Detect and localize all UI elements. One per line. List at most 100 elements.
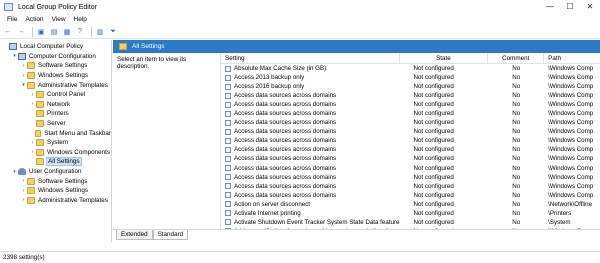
path-cell: \Windows Comp [548, 83, 594, 91]
table-row[interactable]: Action on server disconnect Not configure… [221, 200, 600, 209]
policy-icon [225, 83, 231, 90]
table-row[interactable]: Access data sources across domains Not co… [221, 182, 600, 191]
state-cell: Not configured [413, 119, 454, 127]
menu-help[interactable]: Help [70, 16, 91, 23]
export-list-icon[interactable]: ▦ [62, 27, 72, 37]
comment-cell: No [512, 155, 521, 163]
tree-node[interactable]: › Windows Settings [0, 186, 111, 196]
comment-cell: No [512, 137, 521, 145]
path-cell: \Printers [548, 209, 572, 217]
collapsed-chevron-icon[interactable]: › [29, 149, 36, 155]
table-row[interactable]: Access data sources across domains Not co… [221, 164, 600, 173]
table-row[interactable]: Access 2013 backup only Not configured No \… [221, 73, 600, 82]
table-row[interactable]: Access data sources across domains Not co… [221, 100, 600, 109]
menu-file[interactable]: File [3, 16, 21, 23]
setting-name: Access data sources across domains [234, 137, 337, 145]
tree-node-label: User Configuration [29, 168, 82, 176]
back-icon[interactable]: ← [3, 27, 13, 37]
collapsed-chevron-icon[interactable]: › [20, 63, 27, 69]
tree-node[interactable]: All Settings [0, 157, 111, 167]
tree-node[interactable]: › Administrative Templates [0, 196, 111, 206]
tree-node[interactable]: Start Menu and Taskbar [0, 128, 111, 138]
folder-icon [36, 158, 44, 166]
tree-node[interactable]: › System [0, 138, 111, 148]
tree-node[interactable]: › Control Panel [0, 90, 111, 100]
tree-node[interactable]: Local Computer Policy [0, 42, 111, 52]
tree-node[interactable]: › Windows Settings [0, 71, 111, 81]
state-cell: Not configured [413, 209, 454, 217]
table-row[interactable]: Access data sources across domains Not co… [221, 145, 600, 154]
setting-cell: Action on server disconnect [221, 201, 400, 208]
forward-icon[interactable]: → [16, 27, 26, 37]
tree-node-label: Administrative Templates [38, 196, 108, 204]
tree-node[interactable]: › Software Settings [0, 61, 111, 71]
help-icon[interactable]: ? [75, 27, 85, 37]
folder-icon [36, 120, 44, 128]
tab-standard[interactable]: Standard [152, 230, 189, 240]
tree-node[interactable]: › Network [0, 100, 111, 110]
table-row[interactable]: Access data sources across domains Not co… [221, 127, 600, 136]
folder-icon [34, 129, 42, 137]
table-row[interactable]: Access data sources across domains Not co… [221, 173, 600, 182]
table-row[interactable]: Absolute Max Cache Size (in GB) Not confi… [221, 64, 600, 73]
policy-icon [225, 146, 231, 153]
setting-cell: Access data sources across domains [221, 174, 400, 181]
table-row[interactable]: Access data sources across domains Not co… [221, 154, 600, 163]
collapsed-chevron-icon[interactable]: › [29, 140, 36, 146]
expanded-chevron-icon[interactable]: ▾ [20, 82, 27, 88]
folder-icon [36, 148, 44, 156]
column-header-comment[interactable]: Comment [488, 53, 545, 63]
collapsed-chevron-icon[interactable]: › [20, 197, 27, 203]
close-button[interactable]: ✕ [580, 0, 600, 14]
comment-cell: No [512, 173, 521, 181]
maximize-button[interactable]: ☐ [560, 0, 580, 14]
column-header-state[interactable]: State [400, 53, 489, 63]
setting-name: Absolute Max Cache Size (in GB) [234, 65, 327, 73]
tree-node-label: Start Menu and Taskbar [44, 129, 111, 137]
table-row[interactable]: Access data sources across domains Not co… [221, 109, 600, 118]
show-hide-tree-icon[interactable]: ▤ [49, 27, 59, 37]
minimize-button[interactable]: — [540, 0, 560, 14]
collapsed-chevron-icon[interactable]: › [29, 101, 36, 107]
table-row[interactable]: Access data sources across domains Not co… [221, 118, 600, 127]
description-area: Select an item to view its description. [113, 53, 220, 229]
tree-node[interactable]: › Windows Components [0, 148, 111, 158]
up-folder-icon[interactable]: ▣ [36, 27, 46, 37]
collapsed-chevron-icon[interactable]: › [20, 188, 27, 194]
table-row[interactable]: Activate Internet printing Not configured… [221, 209, 600, 218]
table-row[interactable]: Access 2016 backup only Not configured No \… [221, 82, 600, 91]
collapsed-chevron-icon[interactable]: › [29, 92, 36, 98]
window-title: Local Group Policy Editor [18, 3, 97, 11]
setting-name: Access 2013 backup only [234, 74, 305, 82]
state-cell: Not configured [413, 83, 454, 91]
table-row[interactable]: Access data sources across domains Not co… [221, 91, 600, 100]
state-cell: Not configured [413, 92, 454, 100]
collapsed-chevron-icon[interactable]: › [20, 73, 27, 79]
column-header-setting[interactable]: Setting [221, 53, 400, 63]
collapsed-chevron-icon[interactable]: › [20, 178, 27, 184]
tree-node[interactable]: Printers [0, 109, 111, 119]
tab-extended[interactable]: Extended [116, 230, 153, 240]
filter-icon[interactable]: ⏷ [108, 27, 118, 37]
expanded-chevron-icon[interactable]: ▾ [11, 53, 18, 59]
setting-name: Access data sources across domains [234, 164, 337, 172]
menu-view[interactable]: View [48, 16, 70, 23]
tree-node[interactable]: › Software Settings [0, 176, 111, 186]
tree-node[interactable]: Server [0, 119, 111, 129]
tree-node[interactable]: ▾ Computer Configuration [0, 52, 111, 62]
setting-name: Access data sources across domains [234, 155, 337, 163]
table-row[interactable]: Access data sources across domains Not co… [221, 136, 600, 145]
tree-node[interactable]: ▾ Administrative Templates [0, 80, 111, 90]
properties-icon[interactable]: ▥ [95, 27, 105, 37]
menu-action[interactable]: Action [21, 16, 47, 23]
setting-name: Access data sources across domains [234, 92, 337, 100]
table-row[interactable]: Activate Shutdown Event Tracker System S… [221, 218, 600, 227]
expanded-chevron-icon[interactable]: ▾ [11, 169, 18, 175]
column-header-path[interactable]: Path [544, 53, 600, 63]
tree-node[interactable]: ▾ User Configuration [0, 167, 111, 177]
table-row[interactable]: Access data sources across domains Not co… [221, 191, 600, 200]
path-cell: \Windows Comp [548, 173, 594, 181]
computer-icon [9, 43, 17, 51]
path-cell: \Windows Comp [548, 110, 594, 118]
state-cell: Not configured [413, 146, 454, 154]
